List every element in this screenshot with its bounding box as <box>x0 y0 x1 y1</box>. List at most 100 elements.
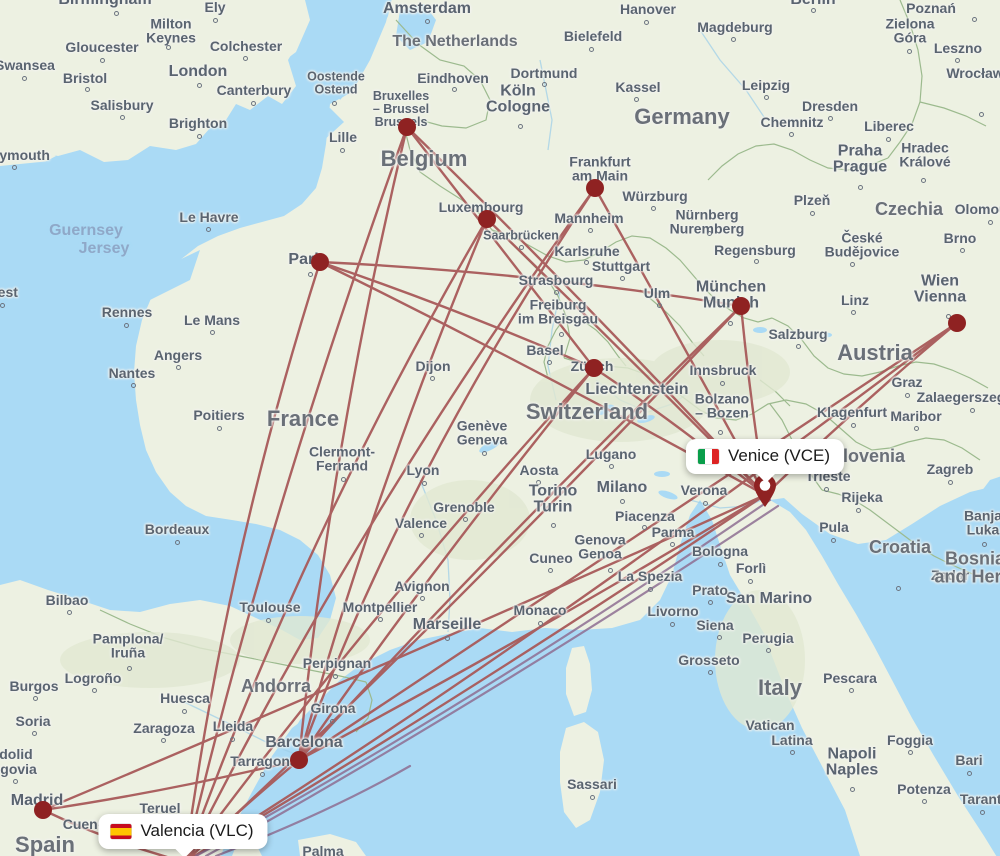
city-label: Angers <box>153 346 203 363</box>
airport-marker[interactable] <box>732 297 750 315</box>
city-dot-icon <box>753 258 759 264</box>
airport-marker[interactable] <box>478 210 496 228</box>
city-label: Leipzig <box>741 76 791 93</box>
country-label: Switzerland <box>525 398 649 424</box>
city-label: Ulm <box>643 284 671 301</box>
city-dot-icon <box>66 609 72 615</box>
city-label: Chemnitz <box>760 113 824 130</box>
tooltip-tail <box>754 472 777 483</box>
city-dot-icon <box>855 507 861 513</box>
city-label: Taranto <box>959 790 1000 807</box>
city-label: Brest <box>0 283 18 300</box>
city-label: Aosta <box>519 461 559 478</box>
city-dot-icon <box>906 48 912 54</box>
airport-marker[interactable] <box>586 179 604 197</box>
city-label: Maribor <box>890 407 942 424</box>
airport-marker[interactable] <box>398 118 416 136</box>
city-dot-icon <box>827 115 833 121</box>
city-dot-icon <box>340 476 346 482</box>
airport-marker[interactable] <box>311 253 329 271</box>
city-dot-icon <box>920 177 926 183</box>
city-dot-icon <box>810 7 816 13</box>
city-dot-icon <box>517 123 523 129</box>
city-dot-icon <box>31 730 37 736</box>
city-label: Logroño <box>64 669 122 686</box>
city-dot-icon <box>196 133 202 139</box>
city-dot-icon <box>830 537 836 543</box>
city-dot-icon <box>181 708 187 714</box>
city-label: Siena <box>696 616 734 633</box>
city-dot-icon <box>669 621 675 627</box>
city-dot-icon <box>789 749 795 755</box>
city-dot-icon <box>619 498 625 504</box>
city-label: Verona <box>680 481 728 498</box>
city-label: Praha Prague <box>832 142 888 176</box>
airport-marker[interactable] <box>290 751 308 769</box>
city-dot-icon <box>216 425 222 431</box>
city-label: Salzburg <box>768 325 828 342</box>
city-label: Genève Geneva <box>456 417 508 448</box>
city-dot-icon <box>0 302 5 308</box>
city-label: Grosseto <box>678 651 740 668</box>
city-dot-icon <box>212 17 218 23</box>
city-dot-icon <box>588 46 594 52</box>
country-label: Belgium <box>380 145 468 171</box>
city-dot-icon <box>175 364 181 370</box>
city-dot-icon <box>707 599 713 605</box>
city-label: Linz <box>841 291 869 308</box>
city-dot-icon <box>633 96 639 102</box>
tooltip-venice[interactable]: Venice (VCE) <box>685 439 845 483</box>
city-dot-icon <box>332 673 338 679</box>
city-dot-icon <box>885 136 891 142</box>
city-dot-icon <box>547 567 553 573</box>
flight-route-map[interactable]: Birmingham MiltonKeynes Ely Gloucester Colch… <box>0 0 1000 856</box>
airport-marker[interactable] <box>948 314 966 332</box>
city-dot-icon <box>99 57 105 63</box>
city-label: Freiburg im Breisgau <box>517 296 599 327</box>
city-label: Tarragona <box>230 752 298 769</box>
city-dot-icon <box>259 771 265 777</box>
city-label: Monaco <box>513 601 567 618</box>
city-label: Würzburg <box>622 187 688 204</box>
city-dot-icon <box>265 617 271 623</box>
city-dot-icon <box>850 309 856 315</box>
city-label: Valladolid <box>0 745 33 762</box>
city-label: Perugia <box>742 629 794 646</box>
city-label: Lleida <box>212 717 254 734</box>
city-label: Dresden <box>801 97 859 114</box>
city-dot-icon <box>130 382 136 388</box>
city-dot-icon <box>11 164 17 170</box>
city-dot-icon <box>229 736 235 742</box>
city-label: Forlì <box>735 559 767 576</box>
city-label: Regensburg <box>714 241 796 258</box>
city-dot-icon <box>717 429 723 435</box>
city-label: Parma <box>651 523 695 540</box>
city-dot-icon <box>849 786 855 792</box>
city-label: Rennes <box>101 303 153 320</box>
city-label: Colchester <box>209 37 283 54</box>
city-dot-icon <box>424 18 430 24</box>
city-label: Burgos <box>9 677 59 694</box>
city-dot-icon <box>84 86 90 92</box>
city-label: Zadar <box>930 566 970 583</box>
city-label: Olomouc <box>954 200 1000 217</box>
city-label: San Marino <box>725 589 813 607</box>
city-dot-icon <box>608 463 614 469</box>
city-dot-icon <box>763 94 769 100</box>
city-dot-icon <box>196 82 202 88</box>
city-dot-icon <box>535 479 541 485</box>
city-dot-icon <box>553 289 559 295</box>
city-label: Amsterdam <box>382 0 472 17</box>
city-dot-icon <box>707 669 713 675</box>
city-label: Basel <box>526 341 564 358</box>
city-label: Wrocław <box>946 64 1000 81</box>
city-label: Zaragoza <box>133 719 195 736</box>
city-label: Zielona Góra <box>885 15 935 46</box>
city-label: Berlin <box>790 0 835 8</box>
city-label: Köln Cologne <box>486 82 550 116</box>
airport-marker[interactable] <box>34 801 52 819</box>
city-label: München Munich <box>695 278 767 312</box>
city-label: Brno <box>943 229 977 246</box>
tooltip-valencia[interactable]: Valencia (VLC) <box>98 814 268 856</box>
airport-marker[interactable] <box>585 359 603 377</box>
